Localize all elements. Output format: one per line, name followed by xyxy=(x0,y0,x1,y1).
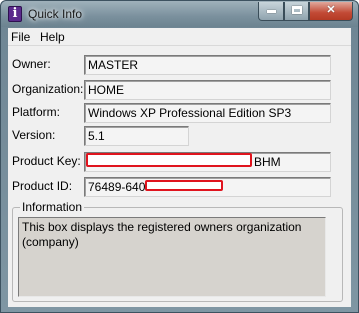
app-icon[interactable]: i xyxy=(8,6,22,22)
client-area: File Help Owner: MASTER Organization: HO… xyxy=(8,28,351,307)
owner-field[interactable]: MASTER xyxy=(84,55,331,75)
maximize-button[interactable] xyxy=(284,2,309,21)
organization-field[interactable]: HOME xyxy=(84,80,331,100)
menu-help[interactable]: Help xyxy=(40,30,65,44)
product-key-visible-suffix: BHM xyxy=(254,155,281,169)
product-id-label: Product ID: xyxy=(12,179,73,193)
version-field[interactable]: 5.1 xyxy=(84,126,189,146)
menu-bar: File Help xyxy=(8,28,351,46)
title-bar[interactable]: i Quick Info ✕ xyxy=(1,1,358,27)
minimize-icon xyxy=(266,10,276,13)
close-button[interactable]: ✕ xyxy=(309,2,353,21)
quick-info-window: i Quick Info ✕ File Help Owner: MASTER O… xyxy=(0,0,359,313)
product-id-redaction xyxy=(145,180,223,191)
platform-field[interactable]: Windows XP Professional Edition SP3 xyxy=(84,103,331,123)
window-title: Quick Info xyxy=(28,7,83,21)
information-textbox[interactable]: This box displays the registered owners … xyxy=(18,217,326,297)
maximize-icon xyxy=(291,6,302,14)
platform-label: Platform: xyxy=(12,105,61,119)
minimize-button[interactable] xyxy=(258,2,284,21)
information-groupbox: Information This box displays the regist… xyxy=(12,200,343,302)
product-key-label: Product Key: xyxy=(12,154,81,168)
version-label: Version: xyxy=(12,128,56,142)
product-key-redaction xyxy=(86,153,252,167)
close-icon: ✕ xyxy=(326,4,336,16)
information-title: Information xyxy=(20,200,85,214)
menu-file[interactable]: File xyxy=(11,30,30,44)
owner-label: Owner: xyxy=(12,57,51,71)
organization-label: Organization: xyxy=(12,82,84,96)
